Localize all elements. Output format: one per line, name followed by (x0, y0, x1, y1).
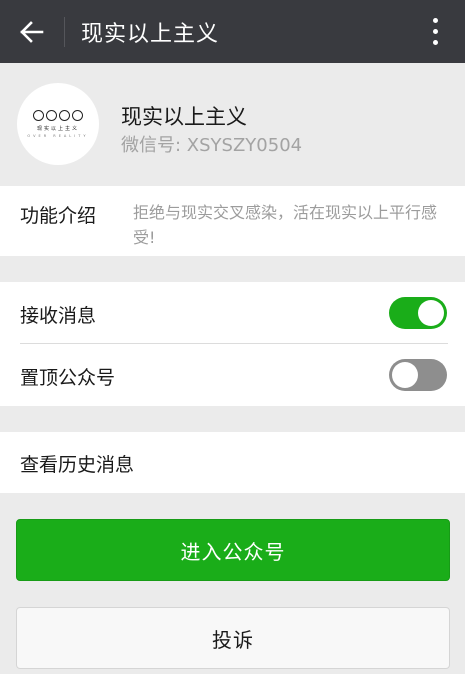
receive-messages-row: 接收消息 (0, 282, 465, 344)
page-title: 现实以上主义 (81, 21, 220, 47)
avatar-logo-text: 现实以上主义 (36, 126, 79, 132)
intro-section: 功能介绍 拒绝与现实交叉感染，活在现实以上平行感受! (0, 186, 465, 256)
intro-value: 拒绝与现实交叉感染，活在现实以上平行感受! (133, 203, 438, 247)
top-bar: 现实以上主义 (0, 0, 465, 63)
arrow-left-icon (20, 20, 44, 43)
account-name: 现实以上主义 (121, 105, 247, 129)
header-divider (64, 16, 65, 47)
receive-messages-label: 接收消息 (20, 305, 97, 327)
intro-label: 功能介绍 (20, 205, 97, 227)
report-button[interactable]: 投诉 (16, 607, 450, 669)
pin-account-label: 置顶公众号 (20, 367, 116, 389)
more-vertical-icon (432, 18, 438, 23)
avatar-logo-subtext: OVER REALITY (27, 134, 89, 138)
avatar: 现实以上主义 OVER REALITY (17, 83, 99, 165)
settings-section: 接收消息 置顶公众号 (0, 282, 465, 406)
account-profile: 现实以上主义 OVER REALITY 现实以上主义 微信号: XSYSZY05… (0, 63, 465, 186)
back-button[interactable] (0, 0, 64, 63)
toggle-knob (418, 300, 444, 326)
pin-account-row: 置顶公众号 (0, 344, 465, 406)
more-button[interactable] (405, 0, 465, 63)
logo-icon (33, 110, 83, 121)
pin-account-toggle[interactable] (389, 359, 447, 391)
receive-messages-toggle[interactable] (389, 297, 447, 329)
enter-account-button[interactable]: 进入公众号 (16, 519, 450, 581)
wechat-id: 微信号: XSYSZY0504 (121, 135, 303, 156)
view-history-label: 查看历史消息 (20, 454, 135, 476)
toggle-knob (392, 362, 418, 388)
view-history-item[interactable]: 查看历史消息 (0, 432, 465, 493)
